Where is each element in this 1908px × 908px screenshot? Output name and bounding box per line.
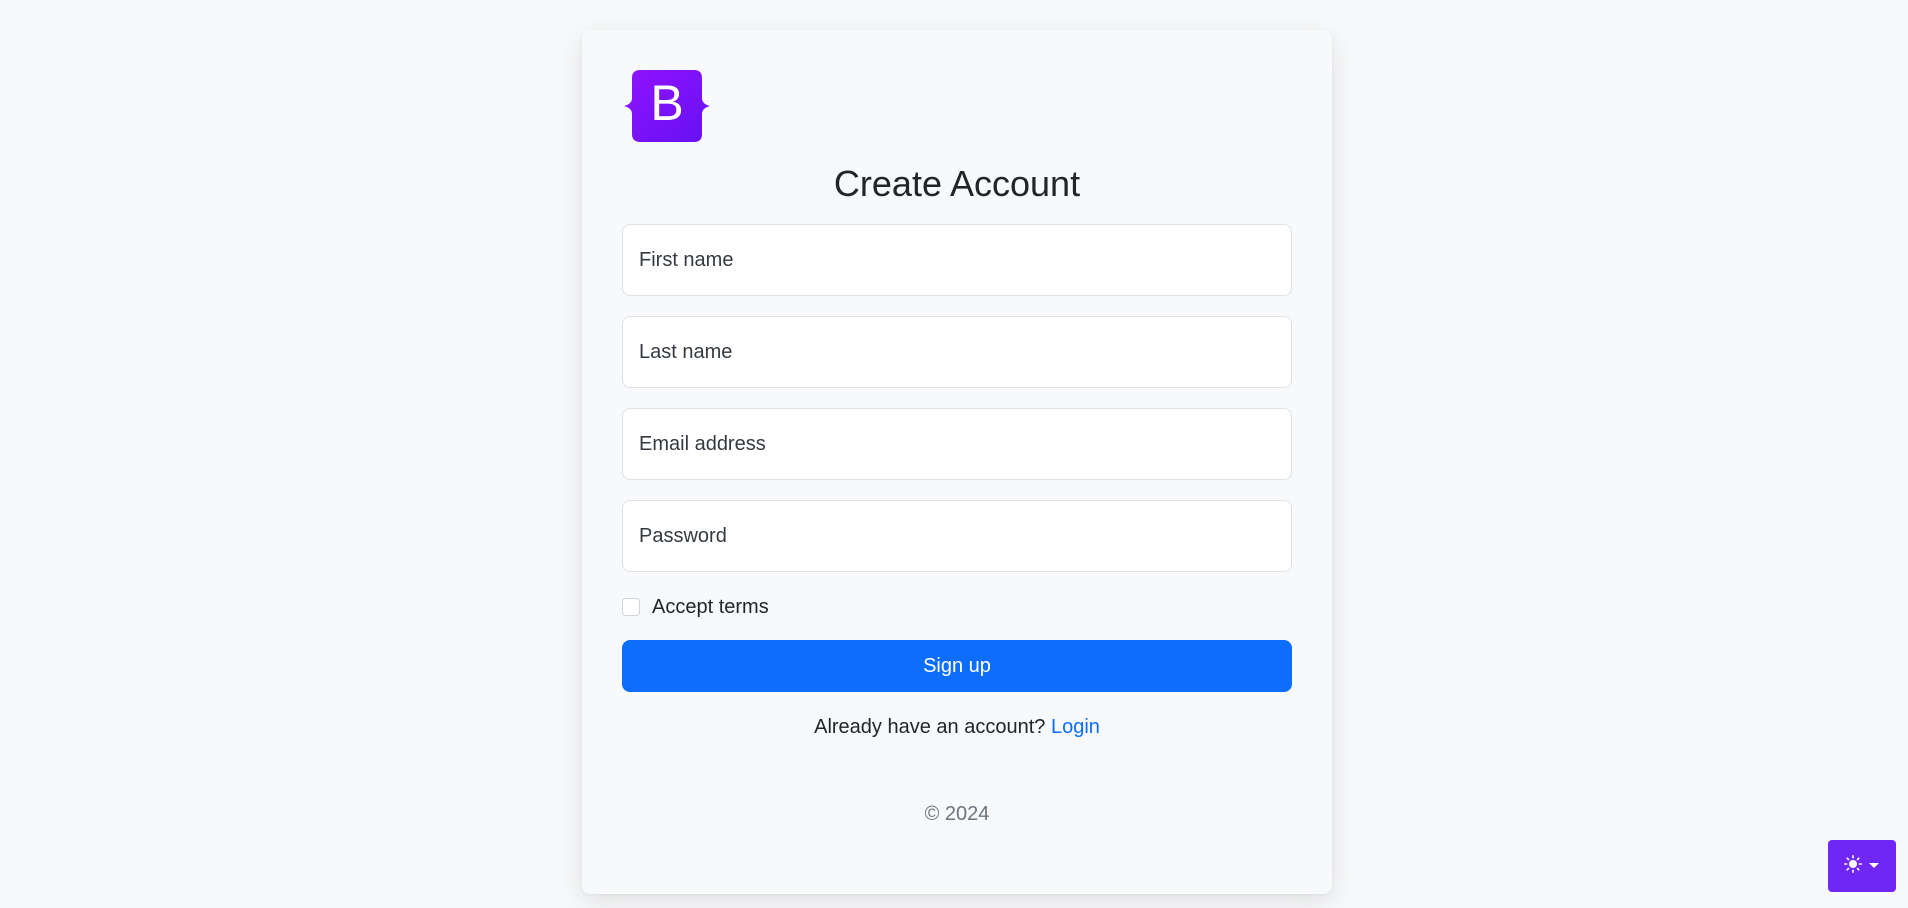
password-input[interactable]: [623, 501, 1291, 571]
first-name-field[interactable]: [622, 224, 1292, 296]
password-field[interactable]: [622, 500, 1292, 572]
email-input[interactable]: [623, 409, 1291, 479]
email-field[interactable]: [622, 408, 1292, 480]
copyright-text: © 2024: [924, 803, 990, 825]
chevron-down-icon: [1868, 857, 1880, 875]
bootstrap-logo: B: [622, 70, 712, 142]
last-name-input[interactable]: [623, 317, 1291, 387]
sun-icon: [1844, 854, 1863, 878]
signup-card: B Create Account Accept terms Sign up Al…: [582, 30, 1332, 894]
login-prompt-row: Already have an account? Login: [622, 716, 1292, 739]
login-prompt-text: Already have an account?: [814, 716, 1046, 738]
accept-terms-label[interactable]: Accept terms: [652, 596, 769, 619]
accept-terms-checkbox[interactable]: [622, 598, 640, 616]
theme-toggle-button[interactable]: [1828, 840, 1896, 892]
accept-terms-row[interactable]: Accept terms: [622, 592, 1292, 622]
last-name-field[interactable]: [622, 316, 1292, 388]
first-name-input[interactable]: [623, 225, 1291, 295]
login-link[interactable]: Login: [1051, 716, 1100, 738]
signup-button[interactable]: Sign up: [622, 640, 1292, 692]
page-title: Create Account: [833, 163, 1081, 204]
logo-letter: B: [650, 75, 683, 131]
